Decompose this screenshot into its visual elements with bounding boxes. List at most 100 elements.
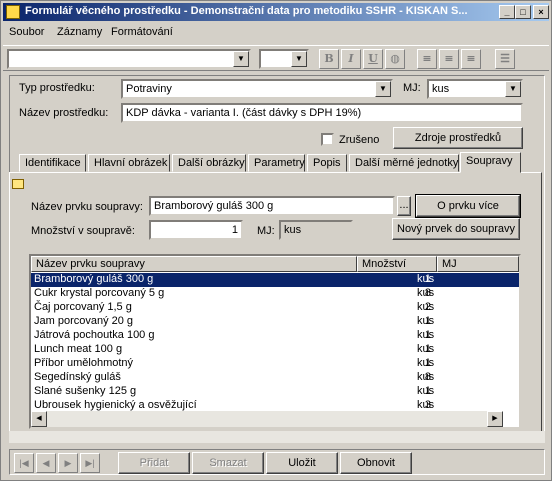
smazat-button[interactable]: Smazat bbox=[192, 452, 264, 474]
menu-soubor[interactable]: Soubor bbox=[9, 26, 44, 38]
scroll-left-icon[interactable]: ◀ bbox=[31, 411, 47, 427]
tab-soupravy[interactable]: Soupravy bbox=[460, 152, 521, 173]
zruseno-label: Zrušeno bbox=[339, 134, 380, 146]
tab-parametry[interactable]: Parametry bbox=[248, 154, 305, 172]
nazev-field[interactable]: KDP dávka - varianta I. (část dávky s DP… bbox=[121, 103, 523, 123]
mj-value: kus bbox=[432, 83, 450, 95]
row-name: Segedínský guláš bbox=[34, 371, 121, 383]
row-name: Příbor umělohmotný bbox=[34, 357, 134, 369]
chevron-down-icon[interactable]: ▼ bbox=[375, 81, 391, 97]
menu-bar: Soubor Záznamy Formátování bbox=[3, 23, 549, 41]
row-mj: kus bbox=[417, 329, 435, 341]
souprava-list[interactable]: Název prvku soupravy Množství MJ Brambor… bbox=[29, 254, 521, 429]
o-prvku-button[interactable]: O prvku více bbox=[415, 194, 521, 218]
column-header-mj[interactable]: MJ bbox=[437, 256, 519, 272]
italic-icon[interactable]: I bbox=[341, 49, 361, 69]
novy-prvek-button[interactable]: Nový prvek do soupravy bbox=[392, 218, 520, 240]
table-row[interactable]: Cukr krystal porcovaný 5 g 8 kus bbox=[31, 287, 519, 301]
zdroje-button[interactable]: Zdroje prostředků bbox=[393, 127, 523, 149]
tab-dalsi-obrazky[interactable]: Další obrázky bbox=[172, 154, 246, 172]
row-name: Cukr krystal porcovaný 5 g bbox=[34, 287, 165, 299]
souprava-nazev-label: Název prvku soupravy: bbox=[31, 201, 143, 213]
form-icon bbox=[12, 179, 24, 189]
record-navigation-bar: |◀ ◀ ▶ ▶| Přidat Smazat Uložit Obnovit bbox=[9, 449, 545, 475]
minimize-button[interactable]: _ bbox=[499, 5, 515, 19]
previous-record-icon[interactable]: ◀ bbox=[36, 453, 56, 473]
typ-label: Typ prostředku: bbox=[19, 82, 95, 94]
souprava-mj-label: MJ: bbox=[257, 225, 275, 237]
app-form-icon bbox=[6, 5, 20, 19]
close-button[interactable]: × bbox=[533, 5, 549, 19]
obnovit-button[interactable]: Obnovit bbox=[340, 452, 412, 474]
mnozstvi-field[interactable]: 1 bbox=[149, 220, 243, 240]
column-header-nazev[interactable]: Název prvku soupravy bbox=[31, 256, 357, 272]
bold-icon[interactable]: B bbox=[319, 49, 339, 69]
first-record-icon[interactable]: |◀ bbox=[14, 453, 34, 473]
window-title: Formulář věcného prostředku - Demonstrač… bbox=[25, 5, 468, 17]
table-row[interactable]: Slané sušenky 125 g 1 kus bbox=[31, 385, 519, 399]
next-record-icon[interactable]: ▶ bbox=[58, 453, 78, 473]
row-mj: kus bbox=[417, 357, 435, 369]
row-name: Bramborový guláš 300 g bbox=[34, 273, 154, 285]
table-row[interactable]: Čaj porcovaný 1,5 g 2 kus bbox=[31, 301, 519, 315]
row-name: Jam porcovaný 20 g bbox=[34, 315, 134, 327]
row-mj: kus bbox=[417, 385, 435, 397]
table-row[interactable]: Segedínský guláš 8 kus bbox=[31, 371, 519, 385]
form-window: Formulář věcného prostředku - Demonstrač… bbox=[0, 0, 552, 481]
ulozit-button[interactable]: Uložit bbox=[266, 452, 338, 474]
row-name: Čaj porcovaný 1,5 g bbox=[34, 301, 132, 313]
typ-select[interactable]: Potraviny ▼ bbox=[121, 79, 393, 99]
mj-select[interactable]: kus ▼ bbox=[427, 79, 523, 99]
column-header-mnozstvi[interactable]: Množství bbox=[357, 256, 437, 272]
row-mj: kus bbox=[417, 301, 435, 313]
panel-scrollbar[interactable] bbox=[9, 431, 545, 443]
menu-formatovani[interactable]: Formátování bbox=[111, 26, 173, 38]
row-mj: kus bbox=[417, 371, 435, 383]
table-row[interactable]: Bramborový guláš 300 g 1 kus bbox=[31, 273, 519, 287]
align-right-icon[interactable]: ≡ bbox=[461, 49, 481, 69]
pridat-button[interactable]: Přidat bbox=[118, 452, 190, 474]
row-mj: kus bbox=[417, 273, 435, 285]
typ-value: Potraviny bbox=[126, 83, 172, 95]
table-row[interactable]: Jam porcovaný 20 g 1 kus bbox=[31, 315, 519, 329]
menu-zaznamy[interactable]: Záznamy bbox=[57, 26, 102, 38]
color-icon[interactable]: ◍ bbox=[385, 49, 405, 69]
align-center-icon[interactable]: ≡ bbox=[439, 49, 459, 69]
scroll-right-icon[interactable]: ▶ bbox=[487, 411, 503, 427]
row-name: Slané sušenky 125 g bbox=[34, 385, 137, 397]
tab-identifikace[interactable]: Identifikace bbox=[19, 154, 86, 172]
table-row[interactable]: Lunch meat 100 g 1 kus bbox=[31, 343, 519, 357]
row-mj: kus bbox=[417, 287, 435, 299]
font-size-combo[interactable]: ▼ bbox=[259, 49, 309, 69]
underline-icon[interactable]: U bbox=[363, 49, 383, 69]
souprava-nazev-field[interactable]: Bramborový guláš 300 g bbox=[149, 196, 395, 216]
mnozstvi-label: Množství v soupravě: bbox=[31, 225, 135, 237]
row-mj: kus bbox=[417, 315, 435, 327]
chevron-down-icon[interactable]: ▼ bbox=[505, 81, 521, 97]
chevron-down-icon[interactable]: ▼ bbox=[233, 51, 249, 67]
ellipsis-button[interactable]: ... bbox=[397, 196, 411, 216]
mj-label: MJ: bbox=[403, 82, 421, 94]
row-name: Lunch meat 100 g bbox=[34, 343, 123, 355]
row-mj: kus bbox=[417, 399, 435, 411]
tab-dalsi-merne-jednotky[interactable]: Další měrné jednotky bbox=[349, 154, 459, 172]
formatting-toolbar: ▼ ▼ B I U ◍ ≡ ≡ ≡ ☰ bbox=[3, 45, 549, 71]
last-record-icon[interactable]: ▶| bbox=[80, 453, 100, 473]
chevron-down-icon[interactable]: ▼ bbox=[291, 51, 307, 67]
bullet-list-icon[interactable]: ☰ bbox=[495, 49, 515, 69]
horizontal-scrollbar[interactable]: ◀ ▶ bbox=[31, 411, 503, 427]
font-name-combo[interactable]: ▼ bbox=[7, 49, 251, 69]
row-name: Ubrousek hygienický a osvěžující bbox=[34, 399, 197, 411]
tab-hlavni-obrazek[interactable]: Hlavní obrázek bbox=[88, 154, 170, 172]
align-left-icon[interactable]: ≡ bbox=[417, 49, 437, 69]
tab-popis[interactable]: Popis bbox=[307, 154, 347, 172]
row-name: Játrová pochoutka 100 g bbox=[34, 329, 155, 341]
table-row[interactable]: Příbor umělohmotný 1 kus bbox=[31, 357, 519, 371]
maximize-button[interactable]: □ bbox=[515, 5, 531, 19]
title-bar: Formulář věcného prostředku - Demonstrač… bbox=[3, 3, 549, 21]
souprava-mj-field: kus bbox=[279, 220, 353, 240]
zruseno-checkbox[interactable] bbox=[321, 133, 334, 146]
nazev-label: Název prostředku: bbox=[19, 107, 109, 119]
row-mj: kus bbox=[417, 343, 435, 355]
table-row[interactable]: Játrová pochoutka 100 g 1 kus bbox=[31, 329, 519, 343]
